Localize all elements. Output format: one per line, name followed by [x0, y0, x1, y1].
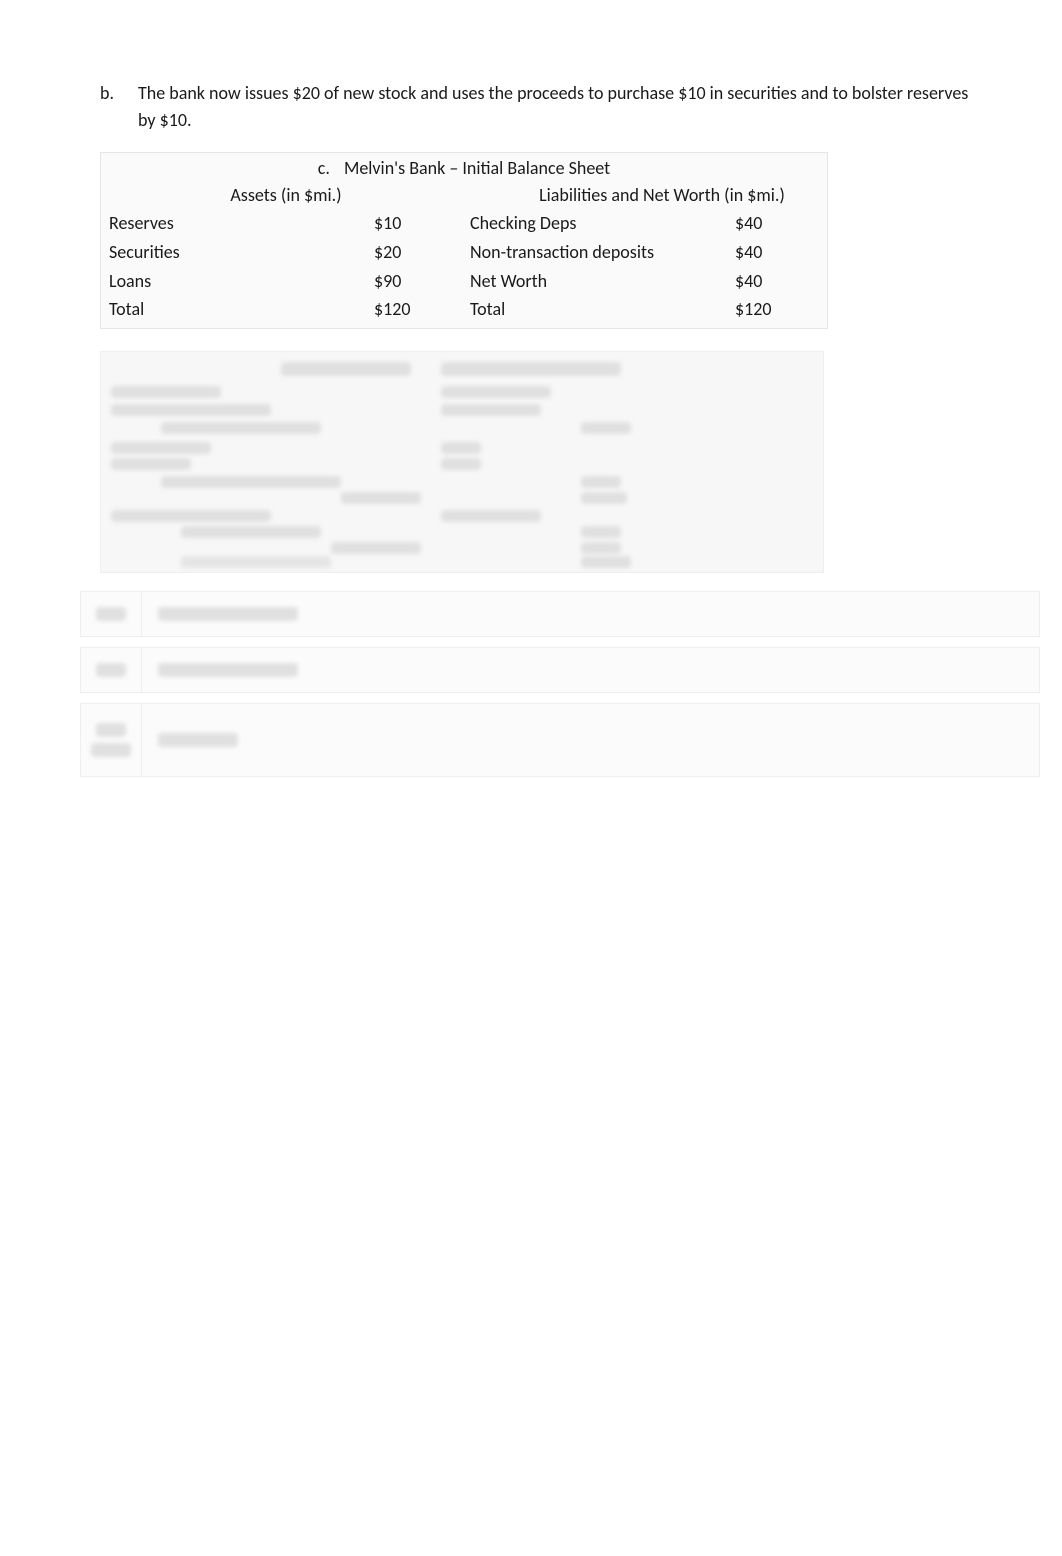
liability-value: $120 [735, 295, 825, 324]
liability-value: $40 [735, 209, 825, 238]
asset-value: $20 [374, 238, 464, 267]
balance-sheet-title-row: c. Melvin's Bank – Initial Balance Sheet [103, 155, 825, 182]
liability-value: $40 [735, 238, 825, 267]
liabilities-header: Liabilities and Net Worth (in $mi.) [449, 182, 825, 209]
liability-value: $40 [735, 267, 825, 296]
balance-sheet: c. Melvin's Bank – Initial Balance Sheet… [100, 152, 828, 329]
problem-text: The bank now issues $20 of new stock and… [128, 80, 982, 134]
asset-value: $90 [374, 267, 464, 296]
balance-sheet-body: Reserves Securities Loans Total $10 $20 … [103, 209, 825, 324]
liabilities-column: Checking Deps Non-transaction deposits N… [464, 209, 825, 324]
asset-label: Loans [109, 267, 374, 296]
obscured-row [80, 703, 1040, 777]
assets-column: Reserves Securities Loans Total $10 $20 … [103, 209, 464, 324]
obscured-region-1 [100, 351, 824, 573]
liability-label: Total [470, 295, 735, 324]
assets-header: Assets (in $mi.) [103, 182, 449, 209]
problem-line: b. The bank now issues $20 of new stock … [80, 80, 982, 134]
document-body: b. The bank now issues $20 of new stock … [0, 0, 1062, 777]
asset-value: $120 [374, 295, 464, 324]
liability-label: Non-transaction deposits [470, 238, 735, 267]
liability-label: Net Worth [470, 267, 735, 296]
obscured-row [80, 591, 1040, 637]
asset-label: Securities [109, 238, 374, 267]
asset-value: $10 [374, 209, 464, 238]
asset-label: Total [109, 295, 374, 324]
problem-bullet: b. [80, 80, 128, 107]
asset-label: Reserves [109, 209, 374, 238]
obscured-row [80, 647, 1040, 693]
column-headers: Assets (in $mi.) Liabilities and Net Wor… [103, 182, 825, 209]
liability-label: Checking Deps [470, 209, 735, 238]
obscured-region-2 [80, 591, 1040, 777]
sheet-letter: c. [318, 155, 330, 182]
sheet-title: Melvin's Bank – Initial Balance Sheet [344, 155, 610, 182]
